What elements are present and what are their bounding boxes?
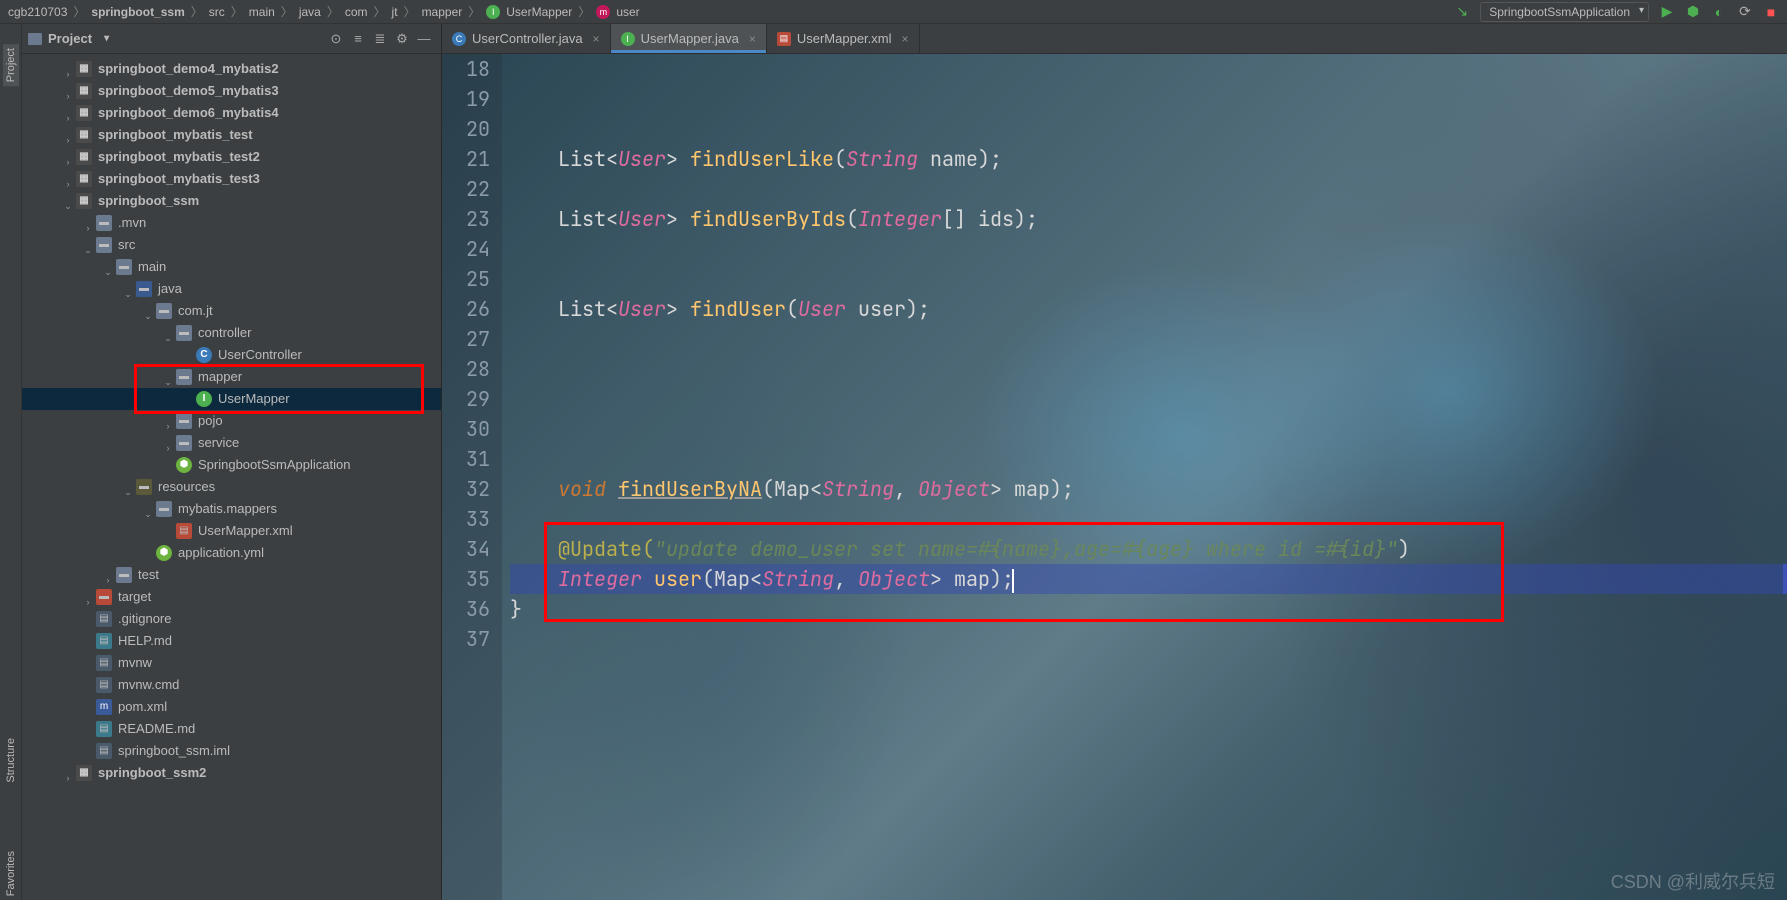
tree-row[interactable]: ⌄▬java <box>22 278 441 300</box>
tree-row[interactable]: ⌄▦springboot_ssm <box>22 190 441 212</box>
folder-icon <box>28 33 42 45</box>
collapse-all-button[interactable]: ≣ <box>369 28 391 50</box>
run-config-label: SpringbootSsmApplication <box>1489 5 1630 19</box>
tree-row[interactable]: ›▬test <box>22 564 441 586</box>
debug-button[interactable]: ⬢ <box>1685 4 1701 20</box>
expand-all-button[interactable]: ≡ <box>347 28 369 50</box>
tree-row[interactable]: ⬢SpringbootSsmApplication <box>22 454 441 476</box>
tree-row[interactable]: ⌄▬com.jt <box>22 300 441 322</box>
vtab-favorites[interactable]: Favorites <box>3 847 19 900</box>
vtab-structure[interactable]: Structure <box>3 734 19 787</box>
crumb-mapper[interactable]: mapper <box>422 5 463 19</box>
select-opened-file-button[interactable]: ⊙ <box>325 28 347 50</box>
crumb-main[interactable]: main <box>249 5 275 19</box>
vtab-project[interactable]: Project <box>3 44 19 86</box>
settings-button[interactable]: ⚙ <box>391 28 413 50</box>
interface-icon: I <box>486 5 500 19</box>
tree-row[interactable]: ⌄▬resources <box>22 476 441 498</box>
tree-row[interactable]: ›▦springboot_demo5_mybatis3 <box>22 80 441 102</box>
tree-row[interactable]: ›▬pojo <box>22 410 441 432</box>
tree-row[interactable]: ▤.gitignore <box>22 608 441 630</box>
hide-button[interactable]: — <box>413 28 435 50</box>
toolbar-right: ↘ SpringbootSsmApplication ▶ ⬢ ◐ ⟳ ■ <box>1454 2 1779 22</box>
tree-row[interactable]: ›▬target <box>22 586 441 608</box>
tab-usermapper-xml[interactable]: ▤ UserMapper.xml × <box>767 24 920 53</box>
tree-row[interactable]: ›▦springboot_mybatis_test <box>22 124 441 146</box>
tree-row[interactable]: ▤UserMapper.xml <box>22 520 441 542</box>
tree-row[interactable]: ›▦springboot_mybatis_test2 <box>22 146 441 168</box>
editor-area: C UserController.java × I UserMapper.jav… <box>442 24 1787 900</box>
editor-tabs: C UserController.java × I UserMapper.jav… <box>442 24 1787 54</box>
coverage-button[interactable]: ◐ <box>1711 4 1727 20</box>
tree-row[interactable]: mpom.xml <box>22 696 441 718</box>
run-button[interactable]: ▶ <box>1659 4 1675 20</box>
tree-row[interactable]: ⌄▬mybatis.mappers <box>22 498 441 520</box>
xml-icon: ▤ <box>777 32 791 46</box>
top-nav: cgb210703〉 springboot_ssm〉 src〉 main〉 ja… <box>0 0 1787 24</box>
crumb-java[interactable]: java <box>299 5 321 19</box>
tree-row[interactable]: ›▬.mvn <box>22 212 441 234</box>
tree-row[interactable]: ›▦springboot_mybatis_test3 <box>22 168 441 190</box>
tree-row[interactable]: ›▦springboot_demo6_mybatis4 <box>22 102 441 124</box>
tree-row[interactable]: ⌄▬controller <box>22 322 441 344</box>
crumb-project[interactable]: cgb210703 <box>8 5 67 19</box>
left-tool-tabs: Project Structure Favorites <box>0 24 22 900</box>
tree-row[interactable]: ›▦springboot_demo4_mybatis2 <box>22 58 441 80</box>
close-icon[interactable]: × <box>749 32 756 46</box>
class-icon: C <box>452 32 466 46</box>
tree-row[interactable]: ▤springboot_ssm.iml <box>22 740 441 762</box>
crumb-jt[interactable]: jt <box>392 5 398 19</box>
watermark-text: CSDN @利威尔兵短 <box>1611 868 1775 894</box>
crumb-module[interactable]: springboot_ssm <box>91 5 184 19</box>
stop-button[interactable]: ■ <box>1763 4 1779 20</box>
crumb-class[interactable]: UserMapper <box>506 5 572 19</box>
tree-row[interactable]: ›▬service <box>22 432 441 454</box>
crumb-src[interactable]: src <box>209 5 225 19</box>
method-icon: m <box>596 5 610 19</box>
tree-row[interactable]: ▤mvnw.cmd <box>22 674 441 696</box>
tree-row[interactable]: CUserController <box>22 344 441 366</box>
interface-icon: I <box>621 32 635 46</box>
crumb-com[interactable]: com <box>345 5 368 19</box>
tree-row[interactable]: ⌄▬main <box>22 256 441 278</box>
close-icon[interactable]: × <box>902 32 909 46</box>
text-caret <box>1012 569 1014 593</box>
tree-row[interactable]: ▤mvnw <box>22 652 441 674</box>
tree-row-selected[interactable]: IUserMapper <box>22 388 441 410</box>
build-button[interactable]: ↘ <box>1454 4 1470 20</box>
code-editor[interactable]: 18 19 20 21 22 23 24 25 26 27 28 29 30 3… <box>442 54 1787 900</box>
tab-usercontroller[interactable]: C UserController.java × <box>442 24 611 53</box>
tree-row[interactable]: ⌄▬mapper <box>22 366 441 388</box>
crumb-method[interactable]: user <box>616 5 639 19</box>
breadcrumb: cgb210703〉 springboot_ssm〉 src〉 main〉 ja… <box>8 3 640 20</box>
line-gutter: 18 19 20 21 22 23 24 25 26 27 28 29 30 3… <box>442 54 502 900</box>
tree-row[interactable]: ›▦springboot_ssm2 <box>22 762 441 784</box>
tree-row[interactable]: ⬢application.yml <box>22 542 441 564</box>
tree-row[interactable]: ▤HELP.md <box>22 630 441 652</box>
project-header: Project ⊙ ≡ ≣ ⚙ — <box>22 24 441 54</box>
tree-row[interactable]: ▤README.md <box>22 718 441 740</box>
profile-button[interactable]: ⟳ <box>1737 4 1753 20</box>
tree-row[interactable]: ⌄▬src <box>22 234 441 256</box>
project-tree[interactable]: ›▦springboot_demo4_mybatis2 ›▦springboot… <box>22 54 441 900</box>
tab-usermapper-java[interactable]: I UserMapper.java × <box>611 24 767 53</box>
run-config-select[interactable]: SpringbootSsmApplication <box>1480 2 1649 22</box>
project-tool-window: Project ⊙ ≡ ≣ ⚙ — ›▦springboot_demo4_myb… <box>22 24 442 900</box>
project-title[interactable]: Project <box>28 31 109 46</box>
code-content[interactable]: List<User> findUserLike(String name); Li… <box>502 54 1787 900</box>
close-icon[interactable]: × <box>593 32 600 46</box>
